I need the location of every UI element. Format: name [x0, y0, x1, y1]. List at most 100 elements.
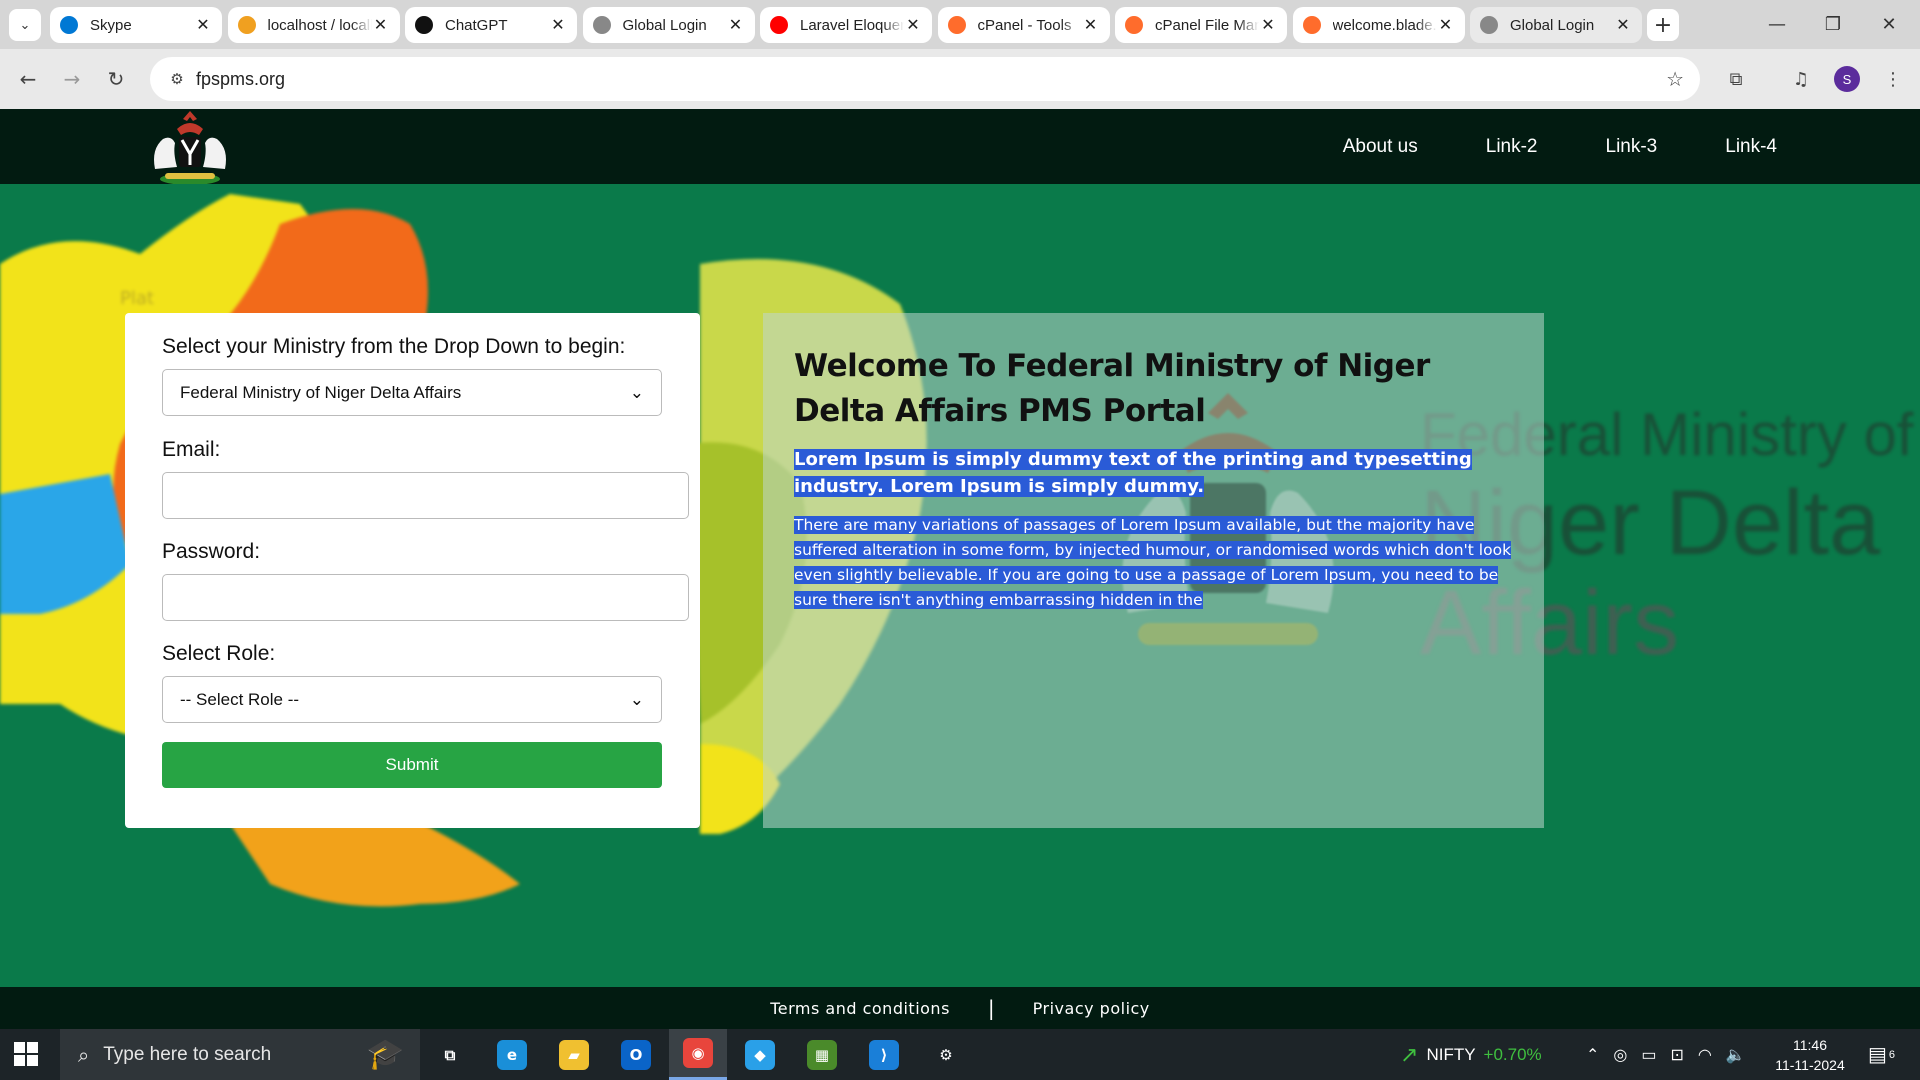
back-button[interactable]: ← [12, 63, 44, 95]
nav-link-2[interactable]: Link-2 [1486, 136, 1538, 158]
stock-chart-icon: ↗ [1400, 1041, 1419, 1067]
taskbar-app[interactable]: ◆ [731, 1029, 789, 1080]
media-control-icon[interactable]: ♫ [1788, 66, 1814, 92]
bookmark-star-icon[interactable]: ☆ [1666, 67, 1684, 91]
role-selected-value: -- Select Role -- [180, 689, 300, 709]
browser-tab[interactable]: Skype ✕ [50, 7, 222, 43]
browser-tab[interactable]: Laravel Eloquent ✕ [760, 7, 932, 43]
sheets-icon: ▦ [807, 1039, 837, 1070]
outlook-icon: O [621, 1039, 651, 1070]
password-field[interactable] [162, 574, 689, 621]
settings-icon: ⚙ [939, 1045, 953, 1064]
taskbar-search-placeholder: Type here to search [103, 1043, 272, 1065]
stock-widget[interactable]: ↗ NIFTY +0.70% [1400, 1029, 1542, 1080]
close-window-button[interactable]: ✕ [1861, 0, 1917, 49]
close-tab-icon[interactable]: ✕ [1437, 15, 1455, 35]
browser-tab[interactable]: Global Login ✕ [1470, 7, 1642, 43]
footer-separator: | [987, 996, 995, 1020]
close-tab-icon[interactable]: ✕ [194, 15, 212, 35]
profile-avatar[interactable]: S [1834, 66, 1860, 92]
role-select[interactable]: -- Select Role -- ⌄ [162, 676, 662, 723]
ministry-select[interactable]: Federal Ministry of Niger Delta Affairs … [162, 369, 662, 416]
nav-about-us[interactable]: About us [1343, 136, 1418, 158]
login-card: Select your Ministry from the Drop Down … [125, 313, 700, 828]
graduation-cap-icon: 🎓 [366, 1037, 404, 1072]
chrome-icon: ◉ [683, 1038, 713, 1068]
taskbar-app[interactable]: ▦ [793, 1029, 851, 1080]
site-info-icon[interactable]: ⚙ [166, 68, 188, 90]
taskbar-app[interactable]: ⚙ [917, 1029, 975, 1080]
volume-icon[interactable]: 🔈 [1726, 1045, 1746, 1065]
camera-icon[interactable]: ◎ [1613, 1045, 1627, 1065]
site-footer: Terms and conditions | Privacy policy [0, 987, 1920, 1029]
extensions-icon[interactable]: ⧉ [1723, 66, 1749, 92]
close-tab-icon[interactable]: ✕ [1259, 15, 1277, 35]
coat-of-arms-logo[interactable] [143, 109, 237, 187]
network-status-icon[interactable]: ⊡ [1671, 1045, 1684, 1065]
email-label: Email: [162, 438, 221, 461]
cpanel-icon [1302, 16, 1321, 34]
ministry-selected-value: Federal Ministry of Niger Delta Affairs [180, 382, 462, 402]
password-label: Password: [162, 540, 261, 563]
clock-date: 11-11-2024 [1775, 1056, 1845, 1073]
stock-change: +0.70% [1483, 1044, 1542, 1064]
browser-tab[interactable]: localhost / localhost✕ [227, 7, 400, 43]
close-tab-icon[interactable]: ✕ [549, 15, 567, 35]
browser-tab[interactable]: welcome.blade.php✕ [1292, 7, 1465, 43]
notification-center-icon[interactable]: ▤ 6 [1868, 1029, 1895, 1080]
taskbar-app[interactable]: ▰ [545, 1029, 603, 1080]
task-view-icon: ⧉ [444, 1045, 456, 1064]
clock[interactable]: 11:46 11-11-2024 [1760, 1029, 1860, 1080]
taskbar-app[interactable]: e [483, 1029, 541, 1080]
taskbar-app[interactable]: ⧉ [421, 1029, 479, 1080]
taskbar-app[interactable]: O [607, 1029, 665, 1080]
close-tab-icon[interactable]: ✕ [1614, 15, 1632, 35]
taskbar-search-box[interactable]: ⌕ Type here to search 🎓 [60, 1029, 420, 1080]
browser-tab[interactable]: cPanel - Tools ✕ [937, 7, 1110, 43]
close-tab-icon[interactable]: ✕ [727, 15, 745, 35]
chevron-up-icon[interactable]: ⌃ [1586, 1045, 1599, 1065]
chevron-down-icon: ⌄ [629, 382, 644, 402]
taskbar-app[interactable]: ◉ [669, 1029, 727, 1080]
welcome-lead-text: Lorem Ipsum is simply dummy text of the … [794, 449, 1472, 497]
browser-tab[interactable]: Global Login ✕ [582, 7, 755, 43]
tab-title: Laravel Eloquent [800, 16, 904, 34]
browser-tab[interactable]: ChatGPT ✕ [405, 7, 577, 43]
stock-name: NIFTY [1426, 1044, 1476, 1064]
cpanel-icon [947, 16, 966, 34]
tab-title: Skype [90, 16, 132, 34]
windows-start-icon[interactable] [14, 1042, 38, 1066]
notification-count: 6 [1888, 1048, 1896, 1061]
browser-tab-strip: ⌄ Skype✕localhost / localhost✕ChatGPT✕Gl… [0, 0, 1920, 49]
tab-title: Global Login [1510, 16, 1595, 34]
close-tab-icon[interactable]: ✕ [1082, 15, 1100, 35]
minimize-button[interactable]: — [1749, 0, 1805, 49]
reload-button[interactable]: ↻ [100, 63, 132, 95]
close-tab-icon[interactable]: ✕ [904, 15, 922, 35]
menu-icon[interactable]: ⋮ [1880, 66, 1906, 92]
search-icon: ⌕ [78, 1042, 90, 1067]
terms-link[interactable]: Terms and conditions [770, 999, 950, 1018]
url-text[interactable]: fpspms.org [196, 69, 285, 90]
tab-search-button[interactable]: ⌄ [9, 9, 41, 41]
browser-toolbar: ← → ↻ ⚙ fpspms.org ☆ ⧉ ♫ ⋮ [0, 49, 1920, 109]
battery-icon[interactable]: ▭ [1641, 1045, 1656, 1065]
submit-button[interactable]: Submit [162, 742, 662, 788]
welcome-body-text: There are many variations of passages of… [794, 516, 1512, 609]
youtube-icon [770, 16, 788, 34]
wifi-icon[interactable]: ◠ [1698, 1045, 1712, 1065]
forward-button[interactable]: → [56, 63, 88, 95]
email-field[interactable] [162, 472, 689, 519]
address-bar[interactable]: ⚙ fpspms.org ☆ [150, 57, 1700, 101]
restore-button[interactable]: ❐ [1805, 0, 1861, 49]
nav-link-4[interactable]: Link-4 [1725, 136, 1777, 158]
taskbar-app[interactable]: ⟩ [855, 1029, 913, 1080]
new-tab-button[interactable]: + [1647, 9, 1679, 41]
browser-tab[interactable]: cPanel File Manager✕ [1115, 7, 1287, 43]
windows-taskbar: ⌕ Type here to search 🎓 ⧉ e ▰ O ◉ ◆ ▦ ⟩ ⚙ ↗ NIFT… [0, 1029, 1920, 1080]
tab-title: localhost / localhost [267, 16, 372, 34]
privacy-link[interactable]: Privacy policy [1033, 999, 1150, 1018]
chatgpt-icon [415, 16, 433, 34]
nav-link-3[interactable]: Link-3 [1606, 136, 1658, 158]
close-tab-icon[interactable]: ✕ [372, 15, 390, 35]
